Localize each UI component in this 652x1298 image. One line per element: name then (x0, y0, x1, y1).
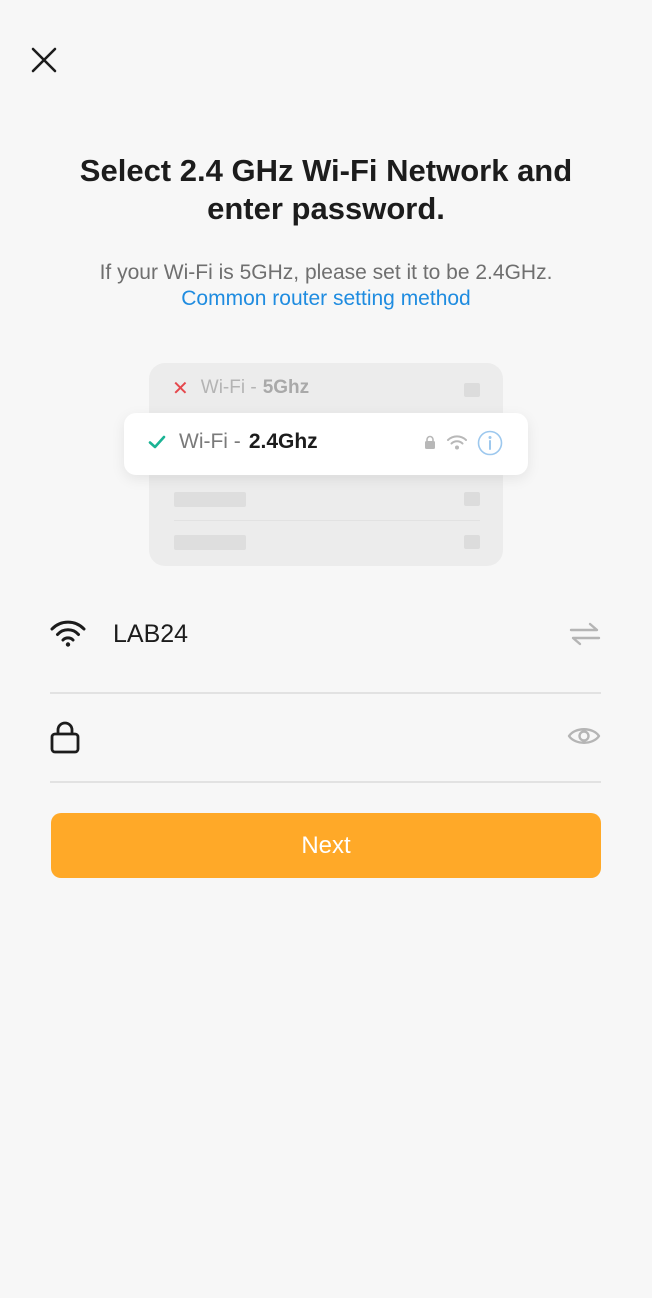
password-row[interactable] (50, 706, 601, 770)
illustration-24ghz-prefix: Wi-Fi - (179, 430, 241, 453)
lock-icon (50, 721, 80, 754)
illustration-row-24ghz: Wi-Fi - 2.4Ghz (124, 413, 528, 475)
info-icon (477, 430, 503, 456)
x-mark-icon: ✕ (172, 377, 189, 400)
close-icon (31, 47, 57, 73)
password-row-divider (50, 781, 601, 783)
next-button[interactable]: Next (51, 813, 601, 878)
wifi-icon (50, 620, 86, 647)
illustration-placeholder-square (464, 383, 480, 397)
router-setting-link[interactable]: Common router setting method (20, 285, 632, 312)
wifi-ssid-value: LAB24 (113, 620, 189, 648)
wifi-icon (447, 435, 467, 450)
close-button[interactable] (24, 40, 64, 80)
page-title: Select 2.4 GHz Wi-Fi Network and enter p… (79, 153, 573, 226)
illustration-5ghz-prefix: Wi-Fi - (200, 377, 257, 398)
instruction-text: If your Wi-Fi is 5GHz, please set it to … (99, 261, 553, 284)
illustration-placeholder-bar (174, 535, 246, 550)
illustration-24ghz-band: 2.4Ghz (248, 430, 318, 453)
illustration-placeholder-square (464, 492, 480, 506)
illustration-placeholder-square (464, 535, 480, 549)
wifi-network-row[interactable]: LAB24 (50, 600, 601, 670)
illustration-5ghz-band: 5Ghz (262, 377, 310, 398)
switch-network-icon[interactable] (569, 622, 601, 646)
lock-icon (425, 435, 435, 449)
wifi-row-divider (50, 692, 601, 694)
illustration-placeholder-bar (174, 492, 246, 507)
illustration-divider (174, 520, 480, 521)
eye-icon[interactable] (567, 725, 601, 747)
check-icon (148, 435, 166, 449)
illustration-row-5ghz: ✕ Wi-Fi - 5Ghz (172, 375, 309, 401)
password-input[interactable] (110, 718, 534, 760)
illustration-24ghz-label: Wi-Fi - 2.4Ghz (179, 430, 318, 454)
